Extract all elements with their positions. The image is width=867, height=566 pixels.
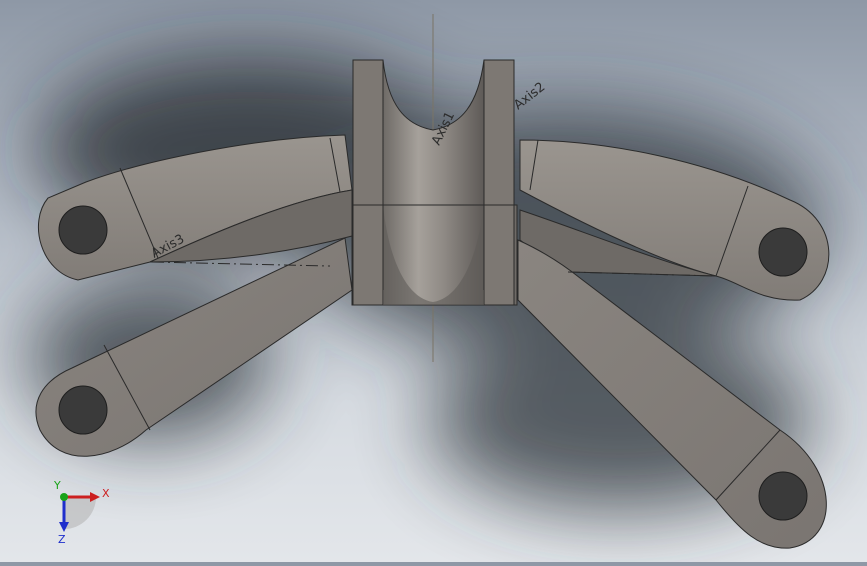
upper-right-hole [758, 227, 808, 277]
lower-left-hole [58, 385, 108, 435]
model-viewport[interactable]: Axis1 Axis2 Axis3 X Y Z [0, 0, 867, 562]
lower-right-hole [758, 471, 808, 521]
triad-z-label: Z [58, 533, 66, 546]
triad-y-axis-point [60, 493, 68, 501]
triad-y-label: Y [53, 479, 61, 492]
view-triad[interactable]: X Y Z [53, 479, 110, 546]
axis2-label: Axis2 [511, 80, 548, 114]
upper-left-hole [58, 205, 108, 255]
center-hub[interactable] [351, 59, 518, 306]
triad-x-label: X [102, 487, 110, 500]
viewport-canvas: Axis1 Axis2 Axis3 X Y Z [30, 14, 830, 549]
